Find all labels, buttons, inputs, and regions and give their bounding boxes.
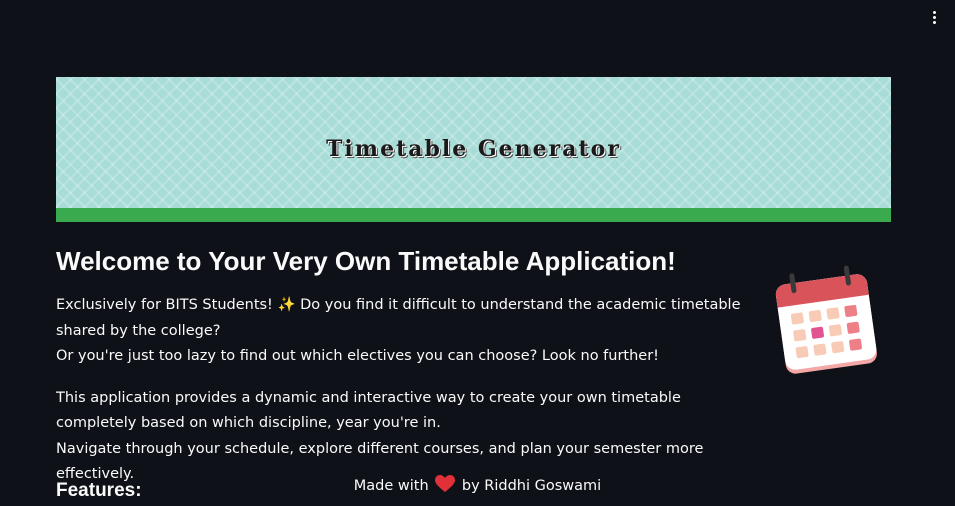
kebab-menu-icon	[932, 10, 936, 14]
calendar-icon	[775, 265, 877, 374]
kebab-menu-icon-dot	[932, 20, 936, 24]
intro-text: Exclusively for BITS Students! ✨ Do you …	[56, 293, 746, 488]
banner-title: Timetable Generator	[326, 135, 621, 162]
heart-icon	[435, 475, 456, 492]
banner-stripe	[56, 208, 891, 222]
kebab-menu-icon-dot	[932, 15, 936, 19]
app-container: Timetable Generator Welcome to Your Very…	[0, 0, 955, 506]
intro-paragraph-1-line-1: Exclusively for BITS Students! ✨ Do you …	[56, 297, 741, 339]
footer-suffix: by Riddhi Goswami	[461, 478, 602, 494]
page-title: Welcome to Your Very Own Timetable Appli…	[56, 246, 676, 276]
intro-paragraph-1-line-2: Or you're just too lazy to find out whic…	[56, 348, 659, 364]
main-menu-button[interactable]	[925, 7, 943, 27]
footer-prefix: Made with	[353, 478, 429, 494]
banner-image: Timetable Generator	[56, 77, 891, 222]
banner-pattern: Timetable Generator	[56, 77, 891, 208]
footer: Made with by Riddhi Goswami	[0, 474, 955, 498]
intro-paragraph-2-line-1: This application provides a dynamic and …	[56, 389, 681, 432]
